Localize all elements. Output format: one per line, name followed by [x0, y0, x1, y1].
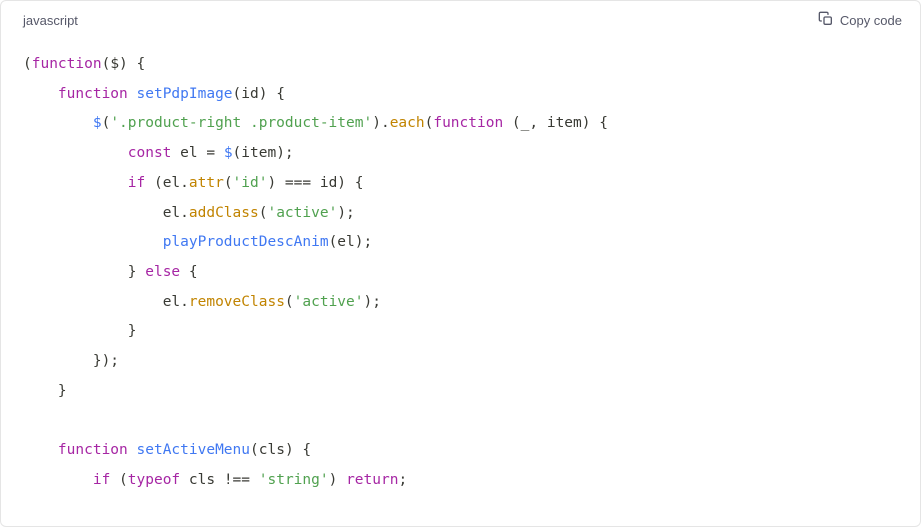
code-token [23, 353, 93, 369]
language-label: javascript [23, 13, 78, 28]
code-token: const [128, 145, 172, 161]
code-token [23, 323, 128, 339]
code-token: (el); [329, 234, 373, 250]
code-token [171, 145, 180, 161]
code-token: ) === id) { [267, 175, 363, 191]
code-token: $ [224, 145, 233, 161]
code-token: el = [180, 145, 224, 161]
code-token [23, 145, 128, 161]
code-token: }); [93, 353, 119, 369]
code-token: ); [337, 205, 354, 221]
code-token [23, 115, 93, 131]
code-token [128, 86, 137, 102]
code-token: typeof [128, 472, 180, 488]
code-token: ( [102, 115, 111, 131]
code-token: el. [163, 294, 189, 310]
code-token [503, 115, 512, 131]
code-token [23, 472, 93, 488]
code-token: (el. [154, 175, 189, 191]
code-token [110, 472, 119, 488]
code-token: ). [372, 115, 389, 131]
code-token: ); [364, 294, 381, 310]
copy-icon [818, 11, 834, 30]
code-token: ; [398, 472, 407, 488]
code-token: 'active' [267, 205, 337, 221]
code-token: el. [163, 205, 189, 221]
code-token [23, 86, 58, 102]
code-block: javascript Copy code (function($) { func… [0, 0, 921, 527]
code-token: ( [233, 86, 242, 102]
code-token [23, 264, 128, 280]
code-token: 'id' [233, 175, 268, 191]
code-token: attr [189, 175, 224, 191]
code-token: cls !== [189, 472, 259, 488]
code-token: $ [110, 56, 119, 72]
code-token [23, 205, 163, 221]
code-token: _, item [521, 115, 582, 131]
code-token: ) { [259, 86, 285, 102]
code-token: else [145, 264, 180, 280]
code-token: playProductDescAnim [163, 234, 329, 250]
code-token: (item); [233, 145, 294, 161]
code-token [145, 175, 154, 191]
code-token: ( [224, 175, 233, 191]
code-token: id [241, 86, 258, 102]
code-token: return [346, 472, 398, 488]
code-token [23, 175, 128, 191]
code-token: ) { [119, 56, 145, 72]
code-token: setActiveMenu [137, 442, 251, 458]
code-token: ( [119, 472, 128, 488]
code-token: ( [102, 56, 111, 72]
code-token: ( [23, 56, 32, 72]
code-token: cls [259, 442, 285, 458]
code-token: $ [93, 115, 102, 131]
code-token: function [58, 442, 128, 458]
code-token [180, 472, 189, 488]
code-token: removeClass [189, 294, 285, 310]
code-header: javascript Copy code [1, 1, 920, 40]
code-token [23, 234, 163, 250]
code-token [23, 383, 58, 399]
code-token: } [128, 264, 145, 280]
code-token: 'string' [259, 472, 329, 488]
code-token: ( [512, 115, 521, 131]
code-token: setPdpImage [137, 86, 233, 102]
code-token: } [58, 383, 67, 399]
code-token: '.product-right .product-item' [110, 115, 372, 131]
code-content: (function($) { function setPdpImage(id) … [23, 50, 898, 496]
code-token [23, 442, 58, 458]
code-token: } [128, 323, 137, 339]
code-token: addClass [189, 205, 259, 221]
code-token: { [180, 264, 197, 280]
code-token: 'active' [294, 294, 364, 310]
code-token: function [32, 56, 102, 72]
code-token [23, 294, 163, 310]
code-token: ( [285, 294, 294, 310]
code-token: each [390, 115, 425, 131]
code-token [128, 442, 137, 458]
copy-code-label: Copy code [840, 13, 902, 28]
code-token: ) { [582, 115, 608, 131]
code-token: function [433, 115, 503, 131]
copy-code-button[interactable]: Copy code [818, 11, 902, 30]
code-token: ) { [285, 442, 311, 458]
code-token: ) [329, 472, 346, 488]
code-token: if [93, 472, 110, 488]
code-token: ( [250, 442, 259, 458]
code-token: if [128, 175, 145, 191]
code-token: function [58, 86, 128, 102]
code-body[interactable]: (function($) { function setPdpImage(id) … [1, 40, 920, 518]
